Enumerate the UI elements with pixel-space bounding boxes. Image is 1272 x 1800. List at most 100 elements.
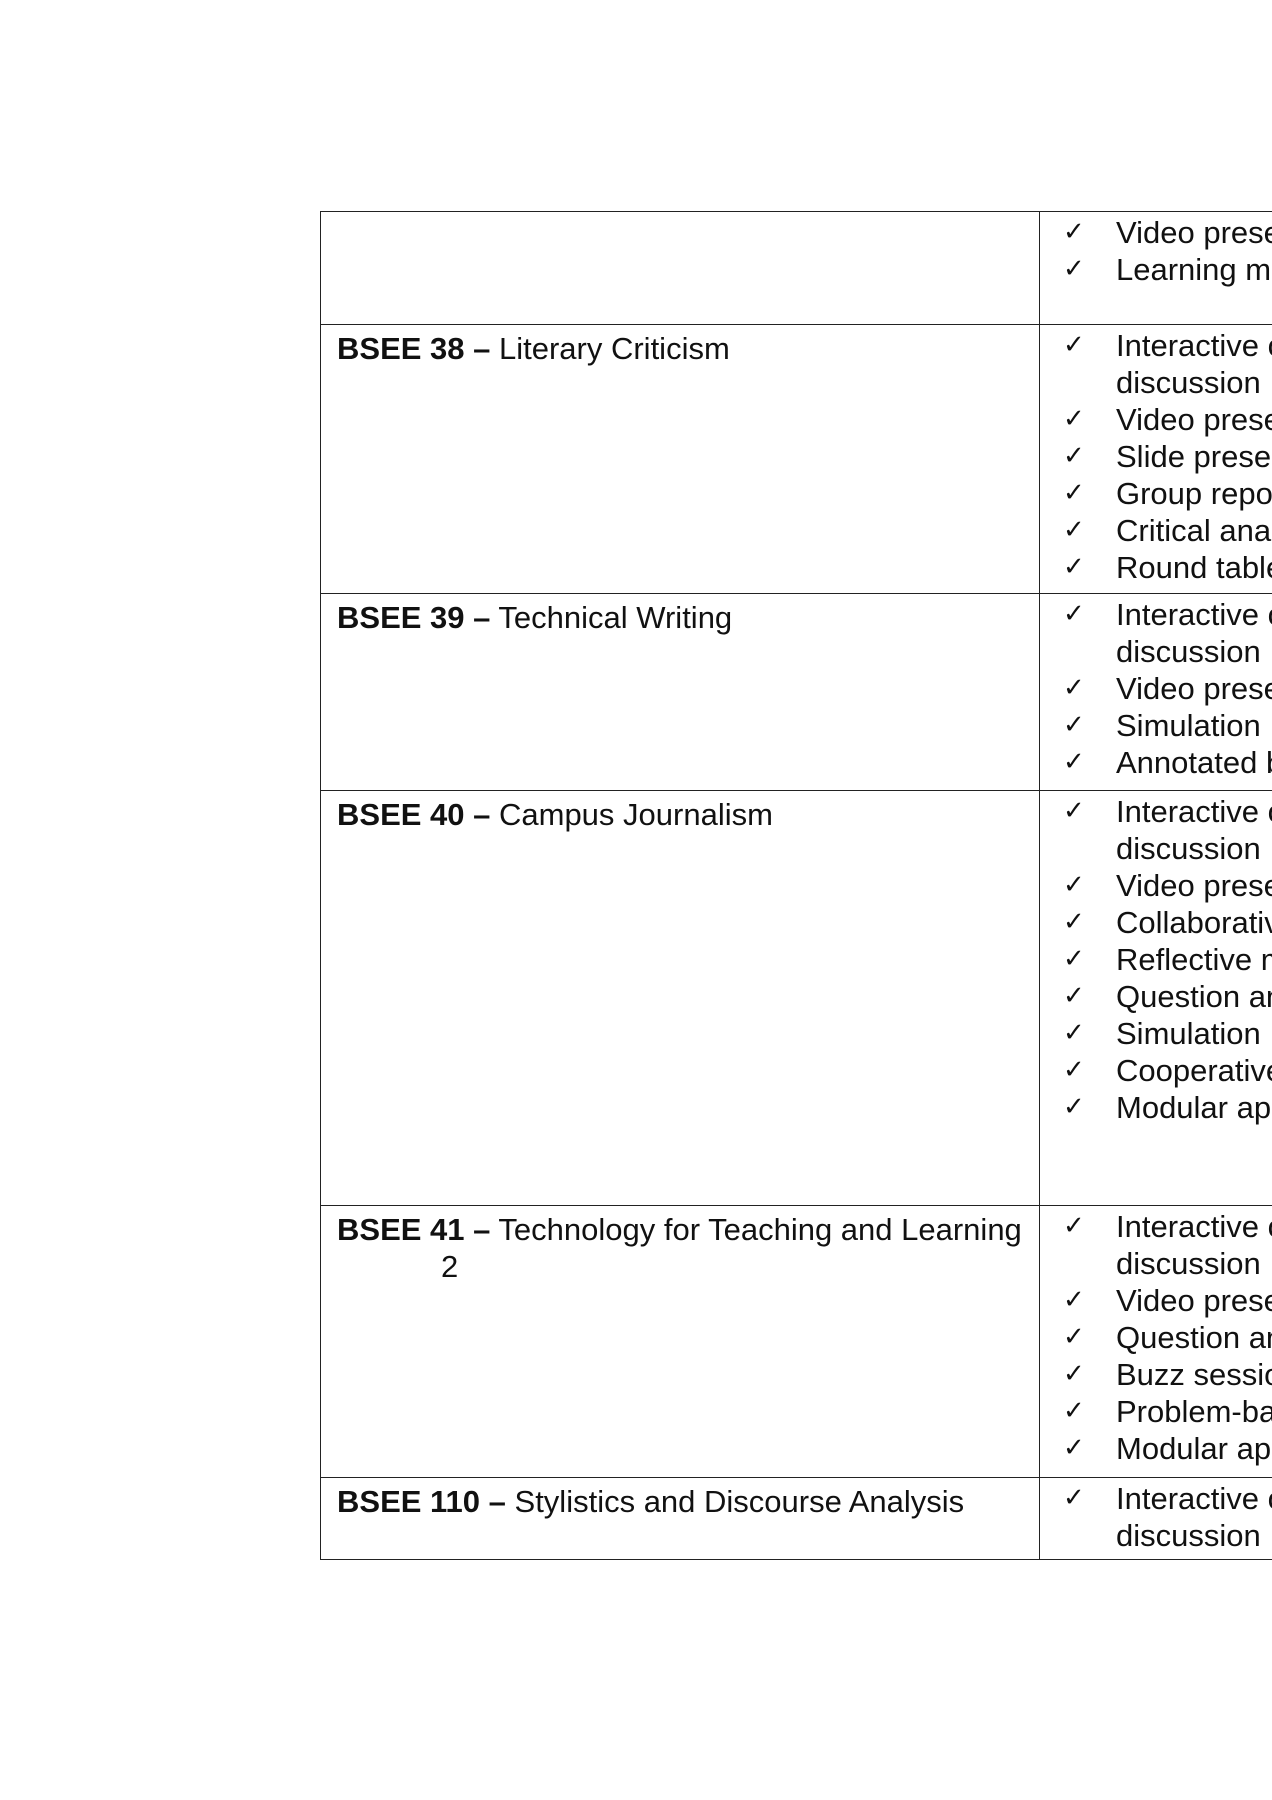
- strategy-text: Video presen: [1116, 402, 1272, 437]
- list-item: ✓ Interactive or discussion: [1041, 327, 1272, 401]
- strategy-text: Simulation: [1116, 1016, 1261, 1051]
- strategy-text: Video presen: [1116, 215, 1272, 250]
- check-icon: ✓: [1063, 552, 1085, 582]
- table-body: ✓ Video presen ✓ Learning moc BSEE 38 – Lite…: [320, 211, 1272, 1560]
- strategy-text: Critical analys: [1116, 513, 1272, 548]
- table-row: ✓ Video presen ✓ Learning moc: [320, 211, 1272, 325]
- check-icon: ✓: [1063, 673, 1085, 703]
- strategy-text: Question and: [1116, 1320, 1272, 1355]
- strategy-text: Round table c: [1116, 550, 1272, 585]
- check-icon: ✓: [1063, 1092, 1085, 1122]
- strategy-list: ✓Interactive or discussion✓Video presen✓…: [1041, 1208, 1272, 1467]
- list-item: ✓ Interactive or discussion: [1041, 1480, 1272, 1554]
- check-icon: ✓: [1063, 1322, 1085, 1352]
- strategies-cell: ✓ Video presen ✓ Learning moc: [1039, 211, 1272, 325]
- list-item: ✓ Reflective me: [1041, 941, 1272, 978]
- check-icon: ✓: [1063, 254, 1085, 284]
- check-icon: ✓: [1063, 217, 1085, 247]
- list-item: ✓ Interactive or discussion: [1041, 1208, 1272, 1282]
- check-icon: ✓: [1063, 1211, 1085, 1241]
- course-cell: BSEE 41 – Technology for Teaching and Le…: [320, 1205, 1040, 1478]
- course-heading: BSEE 38 – Literary Criticism: [337, 330, 1025, 367]
- check-icon: ✓: [1063, 478, 1085, 508]
- course-cell: BSEE 110 – Stylistics and Discourse Anal…: [320, 1477, 1040, 1560]
- course-cell: [320, 211, 1040, 325]
- list-item: ✓ Video presen: [1041, 214, 1272, 251]
- course-cell: BSEE 40 – Campus Journalism: [320, 790, 1040, 1206]
- course-title: Literary Criticism: [490, 331, 730, 366]
- table-row: BSEE 40 – Campus Journalism ✓ Interactive …: [320, 790, 1272, 1206]
- list-item: ✓ Modular appr: [1041, 1430, 1272, 1467]
- check-icon: ✓: [1063, 599, 1085, 629]
- strategy-text: Collaborative: [1116, 905, 1272, 940]
- course-title: Campus Journalism: [490, 797, 773, 832]
- check-icon: ✓: [1063, 796, 1085, 826]
- course-title: Stylistics and Discourse Analysis: [505, 1484, 965, 1519]
- course-heading: BSEE 110 – Stylistics and Discourse Anal…: [337, 1483, 1025, 1520]
- check-icon: ✓: [1063, 1055, 1085, 1085]
- list-item: ✓ Video presen: [1041, 670, 1272, 707]
- strategy-list: ✓Interactive or discussion✓Video presen✓…: [1041, 596, 1272, 781]
- list-item: ✓ Group reporti: [1041, 475, 1272, 512]
- list-item: ✓ Slide present: [1041, 438, 1272, 475]
- list-item: ✓ Simulation: [1041, 707, 1272, 744]
- table-row: BSEE 38 – Literary Criticism ✓ Interactive…: [320, 324, 1272, 594]
- strategy-text: Video presen: [1116, 868, 1272, 903]
- strategy-text: Video presen: [1116, 671, 1272, 706]
- strategy-text: Cooperative l: [1116, 1053, 1272, 1088]
- check-icon: ✓: [1063, 515, 1085, 545]
- course-code: BSEE 39 –: [337, 600, 491, 635]
- list-item: ✓ Problem-base: [1041, 1393, 1272, 1430]
- course-heading: BSEE 39 – Technical Writing: [337, 599, 1025, 636]
- strategy-text: Modular appr: [1116, 1090, 1272, 1125]
- list-item: ✓ Question and: [1041, 1319, 1272, 1356]
- strategy-text: Interactive or discussion: [1116, 328, 1272, 400]
- check-icon: ✓: [1063, 710, 1085, 740]
- list-item: ✓ Interactive or discussion: [1041, 793, 1272, 867]
- course-title: Technical Writing: [490, 600, 733, 635]
- strategy-text: Buzz session: [1116, 1357, 1272, 1392]
- course-heading: BSEE 40 – Campus Journalism: [337, 796, 1025, 833]
- check-icon: ✓: [1063, 404, 1085, 434]
- course-title: Technology for Teaching and Learning 2: [441, 1212, 1031, 1284]
- check-icon: ✓: [1063, 441, 1085, 471]
- list-item: ✓ Video presen: [1041, 401, 1272, 438]
- course-cell: BSEE 38 – Literary Criticism: [320, 324, 1040, 594]
- check-icon: ✓: [1063, 1433, 1085, 1463]
- check-icon: ✓: [1063, 330, 1085, 360]
- strategy-text: Problem-base: [1116, 1394, 1272, 1429]
- list-item: ✓ Modular appr: [1041, 1089, 1272, 1126]
- strategy-list: ✓Interactive or discussion✓Video presen✓…: [1041, 327, 1272, 586]
- list-item: ✓ Round table c: [1041, 549, 1272, 586]
- table-row: BSEE 110 – Stylistics and Discourse Anal…: [320, 1477, 1272, 1560]
- list-item: ✓ Video presen: [1041, 867, 1272, 904]
- check-icon: ✓: [1063, 1285, 1085, 1315]
- check-icon: ✓: [1063, 870, 1085, 900]
- table-row: BSEE 39 – Technical Writing ✓ Interactive …: [320, 593, 1272, 791]
- list-item: ✓ Simulation: [1041, 1015, 1272, 1052]
- strategy-text: Slide present: [1116, 439, 1272, 474]
- course-strategies-table: ✓ Video presen ✓ Learning moc BSEE 38 – Lite…: [320, 211, 1272, 1560]
- strategy-text: Interactive or discussion: [1116, 1481, 1272, 1553]
- course-heading: BSEE 41 – Technology for Teaching and Le…: [337, 1211, 1025, 1285]
- list-item: ✓ Video presen: [1041, 1282, 1272, 1319]
- strategies-cell: ✓Interactive or discussion✓Video presen✓…: [1039, 790, 1272, 1206]
- course-cell: BSEE 39 – Technical Writing: [320, 593, 1040, 791]
- list-item: ✓ Learning moc: [1041, 251, 1272, 288]
- course-code: BSEE 110 –: [337, 1484, 506, 1519]
- list-item: ✓ Buzz session: [1041, 1356, 1272, 1393]
- list-item: ✓ Annotated bib: [1041, 744, 1272, 781]
- strategy-text: Annotated bib: [1116, 745, 1272, 780]
- strategy-text: Interactive or discussion: [1116, 794, 1272, 866]
- table-row: BSEE 41 – Technology for Teaching and Le…: [320, 1205, 1272, 1478]
- course-code: BSEE 41 –: [337, 1212, 491, 1247]
- check-icon: ✓: [1063, 1359, 1085, 1389]
- strategies-cell: ✓ Interactive or discussion: [1039, 1477, 1272, 1560]
- strategy-text: Modular appr: [1116, 1431, 1272, 1466]
- strategy-text: Interactive or discussion: [1116, 1209, 1272, 1281]
- strategy-list: ✓ Video presen ✓ Learning moc: [1041, 214, 1272, 288]
- check-icon: ✓: [1063, 981, 1085, 1011]
- list-item: ✓ Question and: [1041, 978, 1272, 1015]
- list-item: ✓ Critical analys: [1041, 512, 1272, 549]
- strategy-list: ✓Interactive or discussion✓Video presen✓…: [1041, 793, 1272, 1126]
